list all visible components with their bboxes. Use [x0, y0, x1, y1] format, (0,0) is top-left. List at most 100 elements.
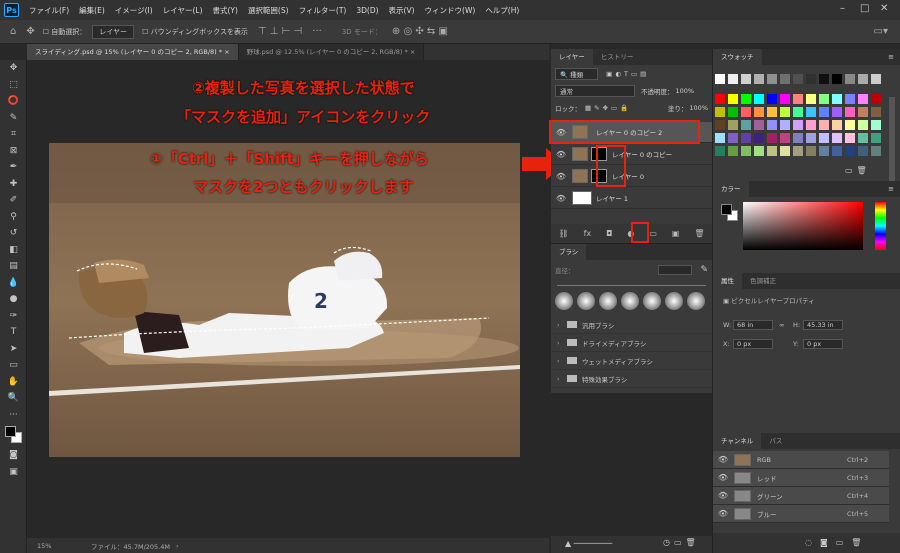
visibility-eye-icon[interactable]: 👁 — [716, 491, 730, 500]
visibility-eye-icon[interactable]: 👁 — [554, 172, 568, 181]
color-picker-field[interactable] — [743, 202, 863, 250]
swatch[interactable] — [806, 120, 816, 130]
channels-footer-icons[interactable]: ◌◙▭🗑 — [713, 533, 900, 553]
swatch[interactable] — [767, 74, 777, 84]
brush-settings-icon[interactable]: ▲ ──────── — [565, 539, 612, 548]
swatch[interactable] — [832, 133, 842, 143]
swatch[interactable] — [754, 74, 764, 84]
swatch[interactable] — [793, 74, 803, 84]
color-swatches[interactable] — [0, 423, 26, 447]
3d-orbit-icon[interactable]: ⊕ ◎ ✣ ⇆ ▣ — [392, 26, 448, 37]
brush-preset[interactable] — [687, 292, 705, 310]
lasso-tool-icon[interactable]: ⭕ — [0, 93, 27, 110]
bounding-box-checkbox[interactable]: ☐ バウンディングボックスを表示 — [142, 27, 248, 37]
brush-preset[interactable] — [599, 292, 617, 310]
swatch[interactable] — [832, 146, 842, 156]
swatch[interactable] — [780, 94, 790, 104]
menu-layer[interactable]: レイヤー(L) — [158, 5, 208, 16]
swatch[interactable] — [819, 94, 829, 104]
swatch[interactable] — [806, 146, 816, 156]
new-group-icon[interactable]: ▭ — [649, 229, 657, 238]
brush-preset[interactable] — [643, 292, 661, 310]
lock-icons[interactable]: ▦✎✥▭🔒 — [585, 104, 631, 112]
brush-tool-icon[interactable]: ✐ — [0, 192, 27, 209]
align-icon[interactable]: ⊤ ⊥ ⊢ ⊣ — [258, 26, 302, 37]
swatch[interactable] — [728, 94, 738, 104]
swatch[interactable] — [780, 146, 790, 156]
auto-select-checkbox[interactable]: ☐ 自動選択： — [43, 27, 87, 37]
add-mask-icon[interactable]: ◘ — [606, 229, 612, 238]
type-tool-icon[interactable]: T — [0, 324, 27, 341]
layer-row-layer-0[interactable]: 👁 レイヤー 0 — [551, 166, 712, 187]
swatch[interactable] — [767, 107, 777, 117]
swatch[interactable] — [845, 74, 855, 84]
brush-folder-dry[interactable]: › ドライメディアブラシ — [551, 334, 712, 352]
eraser-tool-icon[interactable]: ◧ — [0, 242, 27, 259]
visibility-eye-icon[interactable]: 👁 — [554, 194, 568, 203]
swatch[interactable] — [858, 146, 868, 156]
swatch[interactable] — [871, 133, 881, 143]
close-tab-icon[interactable]: × — [410, 48, 415, 56]
swatch[interactable] — [858, 74, 868, 84]
tab-adjustments[interactable]: 色調補正 — [742, 273, 784, 289]
panel-menu-icon[interactable]: ≡ — [888, 49, 894, 65]
zoom-level[interactable]: 15% — [37, 542, 77, 550]
swatch[interactable] — [845, 94, 855, 104]
menu-type[interactable]: 書式(Y) — [208, 5, 243, 16]
swatch[interactable] — [832, 74, 842, 84]
swatch[interactable] — [871, 74, 881, 84]
swatch[interactable] — [858, 120, 868, 130]
swatch[interactable] — [871, 94, 881, 104]
swatch[interactable] — [715, 133, 725, 143]
swatch[interactable] — [728, 133, 738, 143]
crop-tool-icon[interactable]: ⌗ — [0, 126, 27, 143]
swatch[interactable] — [715, 120, 725, 130]
link-layers-icon[interactable]: ⛓ — [558, 229, 568, 238]
close-icon[interactable]: ✕ — [880, 3, 888, 14]
menu-select[interactable]: 選択範囲(S) — [243, 5, 294, 16]
menu-file[interactable]: ファイル(F) — [24, 5, 74, 16]
swatch[interactable] — [754, 120, 764, 130]
frame-tool-icon[interactable]: ⊠ — [0, 143, 27, 160]
swatch[interactable] — [741, 146, 751, 156]
layer-kind-dropdown[interactable]: 🔍 種類 — [555, 67, 599, 80]
tab-properties[interactable]: 属性 — [713, 273, 742, 289]
swatch[interactable] — [754, 146, 764, 156]
hue-slider[interactable] — [875, 202, 886, 250]
tab-color[interactable]: カラー — [713, 181, 749, 197]
swatch[interactable] — [845, 133, 855, 143]
swatch[interactable] — [871, 120, 881, 130]
link-dimensions-icon[interactable]: ∞ — [779, 321, 784, 329]
menu-view[interactable]: 表示(V) — [384, 5, 420, 16]
swatch[interactable] — [793, 120, 803, 130]
channel-row-green[interactable]: 👁 グリーン Ctrl+4 — [713, 487, 889, 505]
swatch[interactable] — [845, 107, 855, 117]
swatch[interactable] — [767, 133, 777, 143]
swatch[interactable] — [845, 146, 855, 156]
swatch[interactable] — [741, 94, 751, 104]
swatch[interactable] — [793, 94, 803, 104]
menu-window[interactable]: ウィンドウ(W) — [420, 5, 481, 16]
tab-swatches[interactable]: スウォッチ — [713, 49, 762, 65]
swatch[interactable] — [754, 133, 764, 143]
eyedropper-tool-icon[interactable]: ✒ — [0, 159, 27, 176]
layer-row-layer-1[interactable]: 👁 レイヤー 1 — [551, 188, 712, 209]
tab-layers[interactable]: レイヤー — [551, 49, 593, 65]
move-tool-icon[interactable]: ✥ — [0, 60, 27, 77]
x-input[interactable]: 0 px — [733, 339, 773, 349]
swatch[interactable] — [806, 74, 816, 84]
edit-toolbar-icon[interactable]: ··· — [0, 407, 27, 424]
clone-stamp-tool-icon[interactable]: ⚲ — [0, 209, 27, 226]
swatch[interactable] — [858, 107, 868, 117]
new-layer-icon[interactable]: ▣ — [672, 229, 680, 238]
marquee-tool-icon[interactable]: ⬚ — [0, 77, 27, 94]
auto-select-target-dropdown[interactable]: レイヤー — [92, 24, 135, 39]
swatch[interactable] — [819, 146, 829, 156]
swatch[interactable] — [741, 74, 751, 84]
brush-folder-special[interactable]: › 特殊効果ブラシ — [551, 370, 712, 388]
blur-tool-icon[interactable]: 💧 — [0, 275, 27, 292]
brush-preset[interactable] — [555, 292, 573, 310]
swatch[interactable] — [832, 94, 842, 104]
maximize-icon[interactable]: □ — [860, 3, 869, 14]
swatch[interactable] — [728, 120, 738, 130]
